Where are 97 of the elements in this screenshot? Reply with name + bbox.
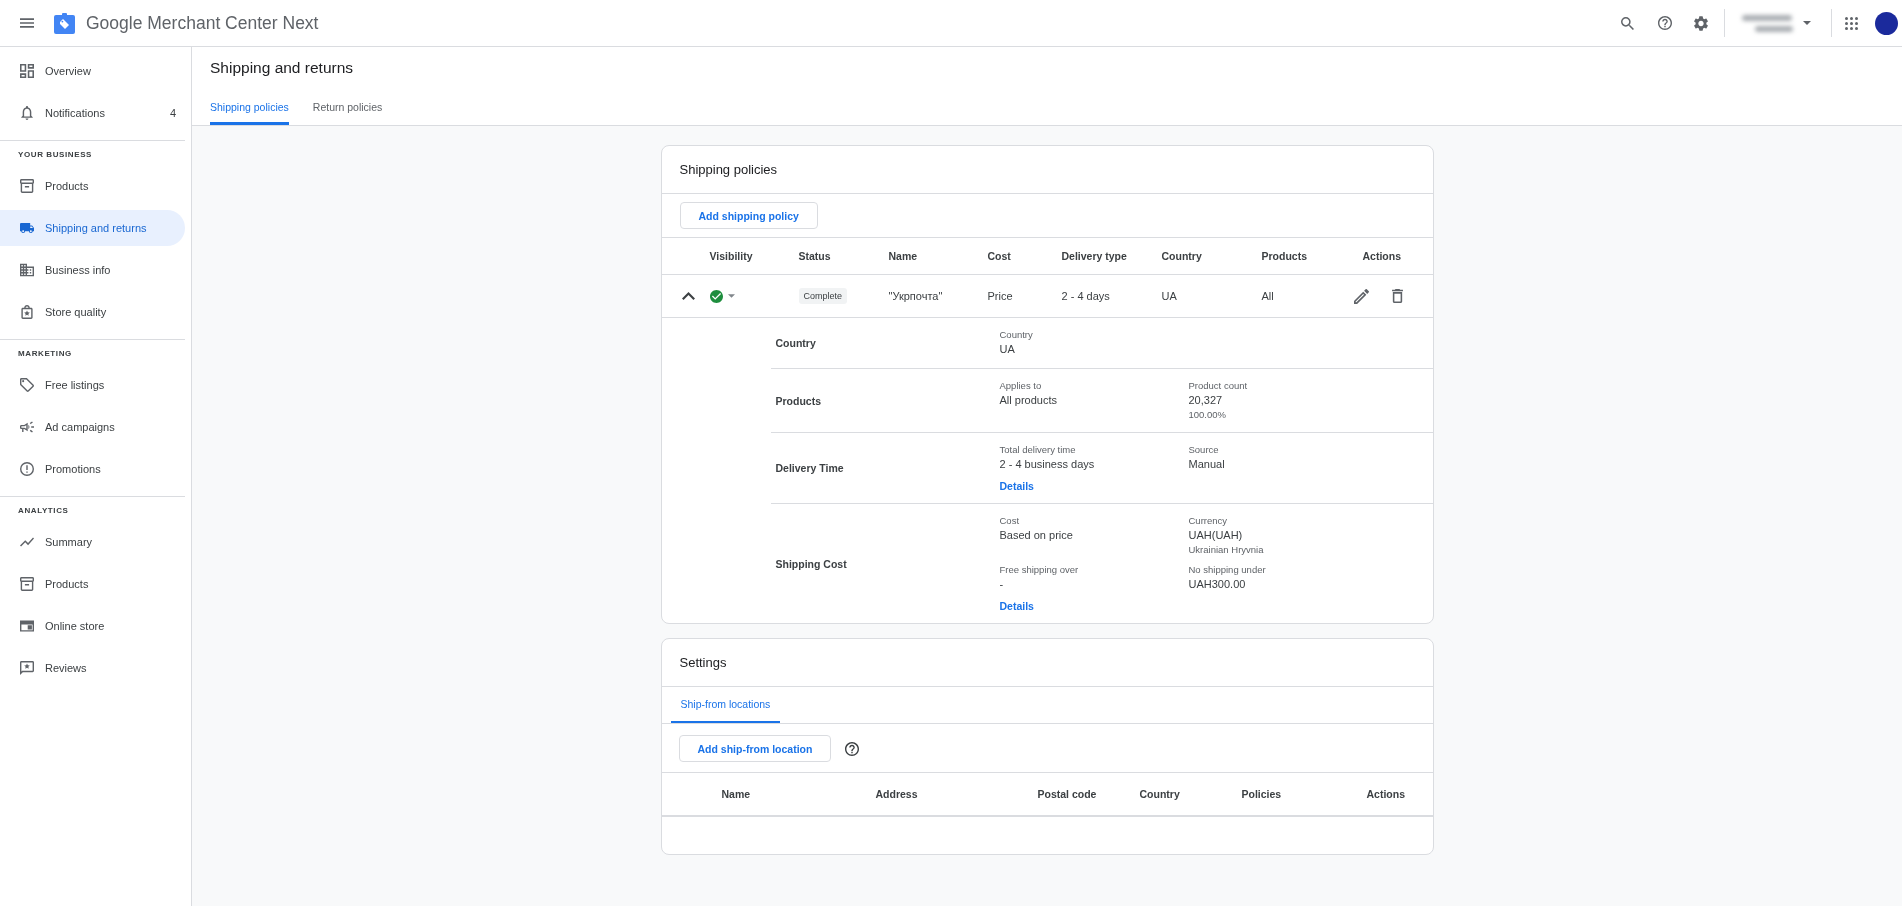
caret-icon[interactable] xyxy=(1803,21,1811,25)
nav-item[interactable]: Notifications 4 xyxy=(0,95,185,131)
help-icon[interactable] xyxy=(845,741,860,756)
tab[interactable]: Ship-from locations xyxy=(670,687,781,723)
trash-icon[interactable] xyxy=(1391,289,1403,303)
field-label: Total delivery time xyxy=(999,444,1076,456)
column-header: Actions xyxy=(1365,788,1406,800)
details-link[interactable]: Details xyxy=(999,480,1034,492)
column-header: Status xyxy=(797,250,832,262)
column-header: Policies xyxy=(1240,788,1283,800)
help-icon[interactable] xyxy=(1658,16,1672,30)
column-header: Products xyxy=(1260,250,1308,262)
apps-grid-icon[interactable] xyxy=(1845,16,1858,30)
sidebar-section-heading: MARKETING xyxy=(17,348,73,360)
detail-label: Delivery Time xyxy=(774,462,844,474)
field-label: Country xyxy=(999,329,1033,341)
building-icon xyxy=(20,263,34,277)
nav-item[interactable]: Shipping and returns xyxy=(0,210,185,246)
card-title: Shipping policies xyxy=(661,146,1433,194)
nav-item[interactable]: Reviews xyxy=(0,650,185,686)
sidebar-section-heading: YOUR BUSINESS xyxy=(17,149,94,161)
tag-logo-icon[interactable] xyxy=(54,12,75,34)
status-chip: Complete xyxy=(798,288,848,304)
table-cell-text: UA xyxy=(1160,290,1178,302)
column-header: Country xyxy=(1138,788,1181,800)
field-value: UA xyxy=(999,342,1015,357)
trend-line-icon xyxy=(20,535,34,549)
column-header: Address xyxy=(874,788,919,800)
field-note: Ukrainian Hryvnia xyxy=(1188,543,1264,556)
table-cell-text: All xyxy=(1260,290,1275,302)
table-cell-text: 2 - 4 days xyxy=(1060,290,1111,302)
field-value: All products xyxy=(999,393,1057,408)
field-label: No shipping under xyxy=(1188,564,1266,576)
field-label: Product count xyxy=(1188,380,1248,392)
detail-label: Country xyxy=(774,337,816,349)
nav-item[interactable]: Products xyxy=(0,168,185,204)
avatar-icon[interactable] xyxy=(1875,11,1898,35)
settings-icon[interactable] xyxy=(1694,15,1708,31)
nav-item[interactable]: Products xyxy=(0,566,185,602)
notification-count: 4 xyxy=(169,107,176,119)
field-value: UAH300.00 xyxy=(1188,577,1246,592)
details-link[interactable]: Details xyxy=(999,600,1034,612)
add-ship-from-location-button[interactable]: Add ship-from location xyxy=(678,735,832,762)
window-icon xyxy=(20,619,34,633)
nav-item[interactable]: Ad campaigns xyxy=(0,409,185,445)
field-label: Source xyxy=(1188,444,1219,456)
nav-item[interactable]: Overview xyxy=(0,53,185,89)
field-value: 20,327 xyxy=(1188,393,1223,408)
archive-box-icon xyxy=(20,179,34,193)
column-header: Name xyxy=(720,788,752,800)
nav-item[interactable]: Store quality xyxy=(0,294,185,330)
detail-label: Shipping Cost xyxy=(774,557,847,570)
caret-icon[interactable] xyxy=(727,294,735,298)
table-cell-text: Price xyxy=(986,290,1014,302)
dashboard-icon xyxy=(20,64,34,78)
column-header: Postal code xyxy=(1036,788,1098,800)
nav-item[interactable]: Business info xyxy=(0,252,185,288)
star-bubble-icon xyxy=(20,661,34,675)
app-title: Google Merchant Center Next xyxy=(86,12,319,34)
field-value: Manual xyxy=(1188,457,1225,472)
tab[interactable]: Shipping policies xyxy=(210,79,289,125)
chevron-up-icon[interactable] xyxy=(681,292,695,300)
column-header: Actions xyxy=(1361,250,1402,262)
search-icon[interactable] xyxy=(1621,16,1634,30)
field-label: Currency xyxy=(1188,515,1228,527)
menu-icon[interactable] xyxy=(20,18,34,28)
tag-icon xyxy=(20,378,34,392)
field-value: 2 - 4 business days xyxy=(999,457,1095,472)
field-value: - xyxy=(999,577,1004,592)
nav-item[interactable]: Online store xyxy=(0,608,185,644)
nav-item[interactable]: Summary xyxy=(0,524,185,560)
page-title: Shipping and returns xyxy=(210,58,354,78)
field-label: Cost xyxy=(999,515,1020,527)
field-label: Applies to xyxy=(999,380,1042,392)
detail-label: Products xyxy=(774,394,821,407)
field-value: Based on price xyxy=(999,528,1073,543)
nav-item[interactable]: Promotions xyxy=(0,451,185,487)
column-header: Delivery type xyxy=(1060,250,1128,262)
column-header: Visibility xyxy=(708,250,754,262)
archive-box-icon xyxy=(20,577,34,591)
field-label: Free shipping over xyxy=(999,564,1079,576)
sidebar-section-heading: ANALYTICS xyxy=(17,505,70,517)
add-shipping-policy-button[interactable]: Add shipping policy xyxy=(679,202,818,229)
column-header: Country xyxy=(1160,250,1203,262)
column-header: Name xyxy=(887,250,919,262)
field-value: UAH(UAH) xyxy=(1188,528,1243,543)
tab[interactable]: Return policies xyxy=(312,79,383,125)
column-header: Cost xyxy=(986,250,1012,262)
bell-icon xyxy=(20,106,34,120)
pencil-icon[interactable] xyxy=(1353,288,1369,304)
table-cell-text: "Укрпочта" xyxy=(887,290,944,302)
megaphone-icon xyxy=(20,420,34,434)
truck-icon xyxy=(20,221,34,235)
shopping-bag-icon xyxy=(20,305,34,319)
field-note: 100.00% xyxy=(1188,408,1226,421)
card-title: Settings xyxy=(661,639,1433,687)
nav-item[interactable]: Free listings xyxy=(0,367,185,403)
